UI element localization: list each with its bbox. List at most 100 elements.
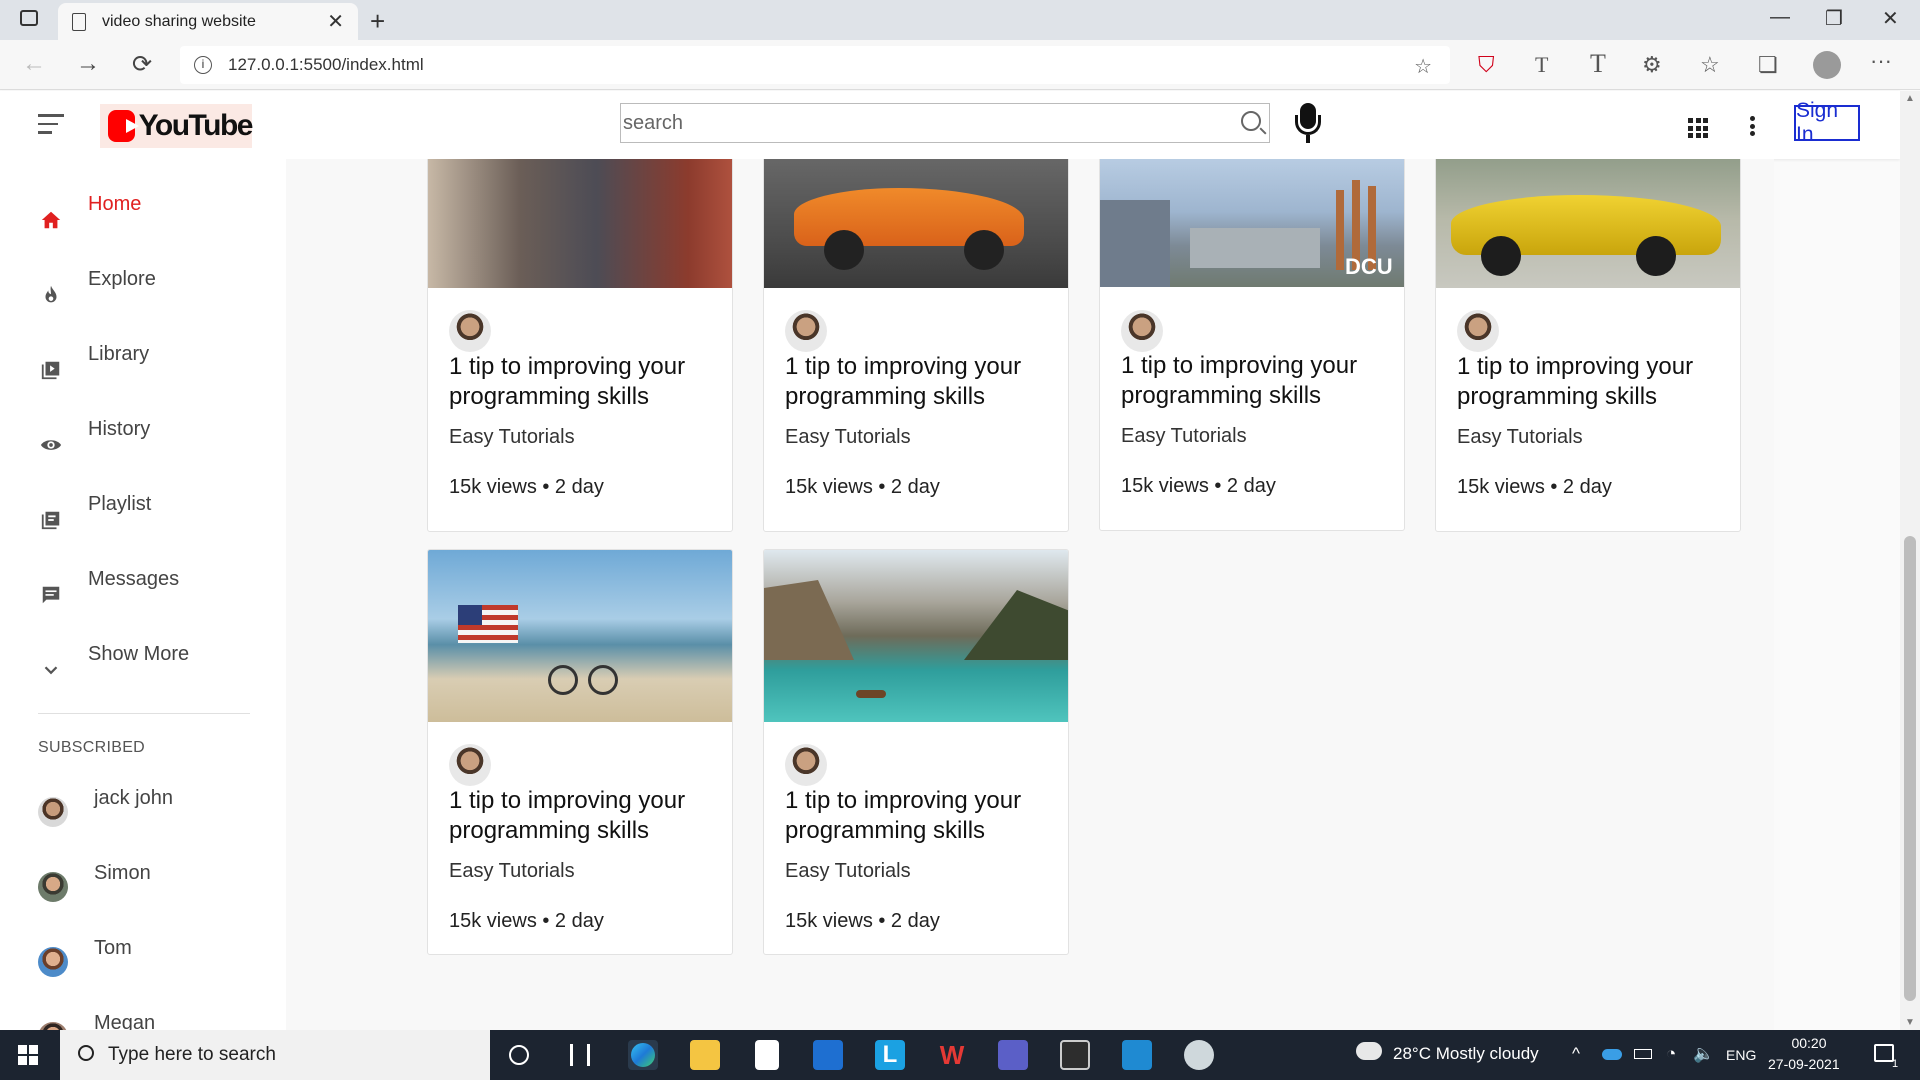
sidebar-item-explore[interactable]: Explore [0, 268, 286, 308]
vscode-icon[interactable] [1122, 1040, 1152, 1070]
video-card[interactable]: DCU 1 tip to improving your programming … [1099, 159, 1405, 531]
windows-start-icon[interactable] [18, 1045, 38, 1065]
favorites-icon[interactable]: ☆ [1700, 52, 1720, 78]
teams-icon[interactable] [998, 1040, 1028, 1070]
cortana-icon[interactable] [509, 1045, 529, 1065]
video-meta: 15k views • 2 day [449, 910, 604, 932]
launcher-app-icon[interactable]: L [875, 1040, 905, 1070]
notification-icon[interactable] [1874, 1044, 1894, 1062]
site-info-icon[interactable]: i [194, 56, 212, 74]
subscription-item[interactable]: Megan [0, 1012, 286, 1030]
channel-avatar[interactable] [1121, 310, 1163, 352]
address-bar[interactable]: i 127.0.0.1:5500/index.html ☆ [180, 46, 1450, 84]
channel-name[interactable]: Easy Tutorials [449, 860, 575, 883]
collections-icon[interactable]: ❏ [1758, 52, 1778, 78]
tray-overflow-icon[interactable]: ^ [1572, 1044, 1580, 1064]
extensions-icon[interactable]: ⚙ [1642, 52, 1662, 78]
channel-name[interactable]: Easy Tutorials [785, 426, 911, 449]
more-options-icon[interactable] [1750, 116, 1755, 136]
subscription-item[interactable]: Tom [0, 937, 286, 977]
terminal-icon[interactable] [1060, 1040, 1090, 1070]
weather-cloud-icon[interactable] [1356, 1042, 1382, 1060]
taskbar-search-input[interactable]: Type here to search [60, 1030, 490, 1080]
browser-menu-button[interactable]: ··· [1870, 48, 1892, 74]
tab-close-button[interactable]: ✕ [327, 9, 344, 34]
video-thumbnail[interactable] [428, 159, 732, 288]
video-title[interactable]: 1 tip to improving your programming skil… [785, 786, 1055, 846]
close-window-button[interactable]: ✕ [1882, 6, 1899, 31]
channel-avatar[interactable] [785, 310, 827, 352]
video-card[interactable]: 1 tip to improving your programming skil… [763, 549, 1069, 955]
scroll-down-arrow-icon[interactable]: ▼ [1905, 1017, 1915, 1028]
volume-icon[interactable]: 🔈 [1693, 1044, 1714, 1064]
page-scrollbar[interactable]: ▲ ▼ [1900, 91, 1920, 1030]
hamburger-menu-icon[interactable] [38, 114, 64, 134]
video-title[interactable]: 1 tip to improving your programming skil… [785, 352, 1055, 412]
sidebar-item-playlist[interactable]: Playlist [0, 493, 286, 533]
youtube-logo[interactable]: YouTube [100, 104, 254, 148]
wps-office-icon[interactable]: W [937, 1040, 967, 1070]
sidebar-item-messages[interactable]: Messages [0, 568, 286, 608]
video-title[interactable]: 1 tip to improving your programming skil… [449, 786, 719, 846]
video-thumbnail[interactable] [1436, 159, 1740, 288]
battery-icon[interactable] [1634, 1049, 1652, 1059]
clock-time[interactable]: 00:20 [1778, 1035, 1840, 1051]
video-thumbnail[interactable] [764, 159, 1068, 288]
profile-avatar-icon[interactable] [1813, 51, 1841, 79]
subscription-item[interactable]: Simon [0, 862, 286, 902]
text-extension-icon[interactable]: T [1535, 52, 1548, 78]
mail-icon[interactable] [813, 1040, 843, 1070]
restore-button[interactable]: ❐ [1825, 6, 1843, 31]
sidebar-item-history[interactable]: History [0, 418, 286, 458]
video-card[interactable]: 1 tip to improving your programming skil… [1435, 159, 1741, 532]
language-indicator[interactable]: ENG [1726, 1047, 1756, 1063]
video-title[interactable]: 1 tip to improving your programming skil… [1457, 352, 1727, 412]
search-input[interactable]: search [620, 103, 1270, 143]
onedrive-icon[interactable] [1602, 1049, 1622, 1060]
channel-name[interactable]: Easy Tutorials [1121, 425, 1247, 448]
video-thumbnail[interactable]: DCU [1100, 159, 1404, 287]
apps-grid-icon[interactable] [1688, 118, 1708, 138]
microphone-icon[interactable] [1292, 103, 1324, 145]
sidebar-item-home[interactable]: Home [0, 193, 286, 233]
search-icon[interactable] [1241, 111, 1261, 131]
channel-avatar[interactable] [785, 744, 827, 786]
back-button[interactable]: ← [22, 50, 46, 78]
sidebar-item-library[interactable]: Library [0, 343, 286, 383]
file-explorer-icon[interactable] [690, 1040, 720, 1070]
text-size-icon[interactable]: T [1590, 49, 1606, 79]
task-view-icon[interactable] [570, 1044, 590, 1066]
new-tab-button[interactable]: + [370, 6, 385, 37]
browser-tab[interactable]: video sharing website ✕ [58, 3, 358, 40]
reload-button[interactable]: ⟳ [132, 50, 152, 79]
store-icon[interactable] [755, 1040, 779, 1070]
channel-avatar[interactable] [1457, 310, 1499, 352]
channel-avatar[interactable] [449, 744, 491, 786]
tab-actions-icon[interactable] [20, 10, 38, 26]
channel-name[interactable]: Easy Tutorials [449, 426, 575, 449]
video-thumbnail[interactable] [428, 550, 732, 722]
channel-avatar[interactable] [449, 310, 491, 352]
video-title[interactable]: 1 tip to improving your programming skil… [1121, 351, 1391, 411]
video-thumbnail[interactable] [764, 550, 1068, 722]
paint-icon[interactable] [1184, 1040, 1214, 1070]
minimize-button[interactable]: — [1770, 6, 1790, 29]
channel-name[interactable]: Easy Tutorials [785, 860, 911, 883]
subscription-item[interactable]: jack john [0, 787, 286, 827]
weather-text[interactable]: 28°C Mostly cloudy [1393, 1044, 1539, 1064]
edge-browser-icon[interactable] [628, 1040, 658, 1070]
channel-name[interactable]: Easy Tutorials [1457, 426, 1583, 449]
sign-in-button[interactable]: Sign In [1794, 99, 1860, 146]
video-card[interactable]: 1 tip to improving your programming skil… [427, 159, 733, 532]
sidebar-item-show-more[interactable]: Show More [0, 643, 286, 683]
clock-date[interactable]: 27-09-2021 [1768, 1056, 1840, 1072]
forward-button[interactable]: → [76, 50, 100, 78]
favorite-star-icon[interactable]: ☆ [1414, 54, 1432, 79]
video-card[interactable]: 1 tip to improving your programming skil… [763, 159, 1069, 532]
wifi-icon[interactable]: ◔ [1666, 1044, 1676, 1064]
shield-extension-icon[interactable]: ⛉ [1478, 52, 1495, 78]
scrollbar-thumb[interactable] [1904, 536, 1916, 1001]
scroll-up-arrow-icon[interactable]: ▲ [1905, 93, 1915, 104]
video-card[interactable]: 1 tip to improving your programming skil… [427, 549, 733, 955]
video-title[interactable]: 1 tip to improving your programming skil… [449, 352, 719, 412]
